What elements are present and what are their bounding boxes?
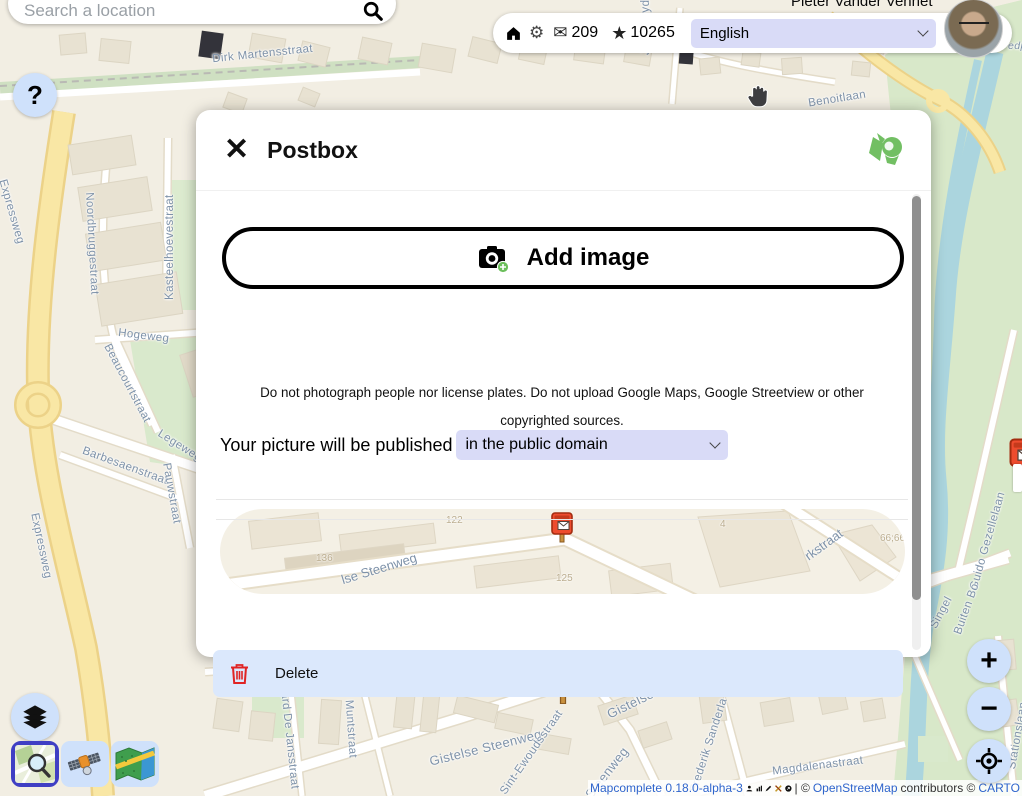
camera-add-icon — [477, 243, 511, 273]
layers-icon — [21, 703, 49, 731]
housenumber: 125 — [556, 573, 573, 584]
stats-icon[interactable] — [756, 783, 763, 794]
search-icon[interactable] — [362, 0, 384, 22]
housenumber: 136 — [316, 553, 333, 564]
chevron-down-icon — [917, 25, 928, 36]
street-label: edp — [1008, 40, 1022, 52]
carto-link[interactable]: CARTO — [978, 781, 1020, 795]
dialog-header: ✕ Postbox — [196, 110, 931, 190]
search-input[interactable] — [24, 0, 362, 22]
image-disclaimer: Do not photograph people nor license pla… — [234, 379, 890, 435]
divider — [216, 499, 908, 500]
license-row: Your picture will be published in the pu… — [220, 430, 728, 460]
mapcomplete-logo-icon — [865, 131, 905, 169]
changeset-count: 10265 — [630, 24, 675, 42]
crosshair-icon — [976, 748, 1002, 774]
attribution-bar: Mapcomplete 0.18.0-alpha-3 | © OpenStree… — [588, 780, 1022, 796]
postbox-marker — [550, 511, 574, 543]
home-icon[interactable] — [505, 25, 522, 42]
edit-pencil-icon[interactable] — [765, 783, 772, 794]
user-name: Pieter Vander Vennet — [791, 0, 933, 10]
street-label: Kasteelhoevestraat — [164, 194, 176, 300]
housenumber: 4 — [720, 519, 726, 530]
license-select[interactable]: in the public domain — [456, 430, 728, 460]
geolocate-button[interactable] — [967, 739, 1011, 783]
edge-popup — [1013, 464, 1022, 492]
housenumber: 66;66 — [880, 533, 905, 544]
gear-icon[interactable]: ⚙ — [529, 23, 544, 43]
dialog-title: Postbox — [267, 137, 865, 164]
satellite-icon — [67, 747, 103, 781]
delete-label: Delete — [275, 665, 318, 682]
help-button[interactable]: ? — [13, 73, 57, 117]
postbox-dialog: ✕ Postbox Add image Do not photograph pe… — [196, 110, 931, 657]
zoom-out-button[interactable]: − — [967, 687, 1011, 731]
close-icon[interactable]: ✕ — [224, 135, 249, 165]
search-bar — [8, 0, 396, 24]
mail-icon[interactable]: ✉ — [553, 23, 567, 43]
add-image-label: Add image — [527, 244, 650, 272]
message-count: 209 — [572, 24, 599, 42]
basemap-map-button[interactable] — [111, 741, 159, 787]
dialog-content: Add image Do not photograph people nor l… — [196, 190, 931, 657]
mapillary-icon[interactable] — [785, 783, 792, 794]
basemap-osm-button[interactable] — [11, 741, 59, 787]
feature-minimap[interactable]: 122 136 125 4 66;66 lse Steenweg rkstraa… — [220, 509, 905, 594]
attr-sep: | © — [795, 781, 810, 795]
basemap-satellite-button[interactable] — [61, 741, 109, 787]
add-image-button[interactable]: Add image — [222, 227, 904, 289]
language-select[interactable]: English — [691, 19, 936, 48]
scrollbar-thumb[interactable] — [912, 196, 921, 600]
osm-link[interactable]: OpenStreetMap — [813, 781, 898, 795]
user-stats-icon[interactable] — [746, 783, 753, 794]
chevron-down-icon — [710, 437, 721, 448]
hand-cursor — [742, 78, 776, 114]
folded-map-icon — [115, 747, 155, 781]
delete-button[interactable]: Delete — [213, 650, 903, 697]
trash-icon — [230, 663, 249, 685]
mapcomplete-version-link[interactable]: Mapcomplete 0.18.0-alpha-3 — [590, 781, 743, 795]
housenumber: 122 — [446, 515, 463, 526]
avatar[interactable] — [944, 0, 1003, 58]
license-label: Your picture will be published — [220, 435, 452, 456]
layers-button[interactable] — [11, 693, 59, 741]
divider — [216, 519, 908, 520]
scrollbar[interactable] — [912, 194, 921, 650]
zoom-in-button[interactable]: + — [967, 639, 1011, 683]
attr-contrib: contributors © — [901, 781, 976, 795]
josm-icon[interactable] — [775, 783, 782, 794]
star-icon: ★ — [611, 23, 627, 44]
avatar-glasses — [959, 22, 989, 30]
osm-map-icon — [15, 745, 55, 783]
user-panel: ⚙ ✉ 209 ★ 10265 English — [493, 13, 1012, 53]
